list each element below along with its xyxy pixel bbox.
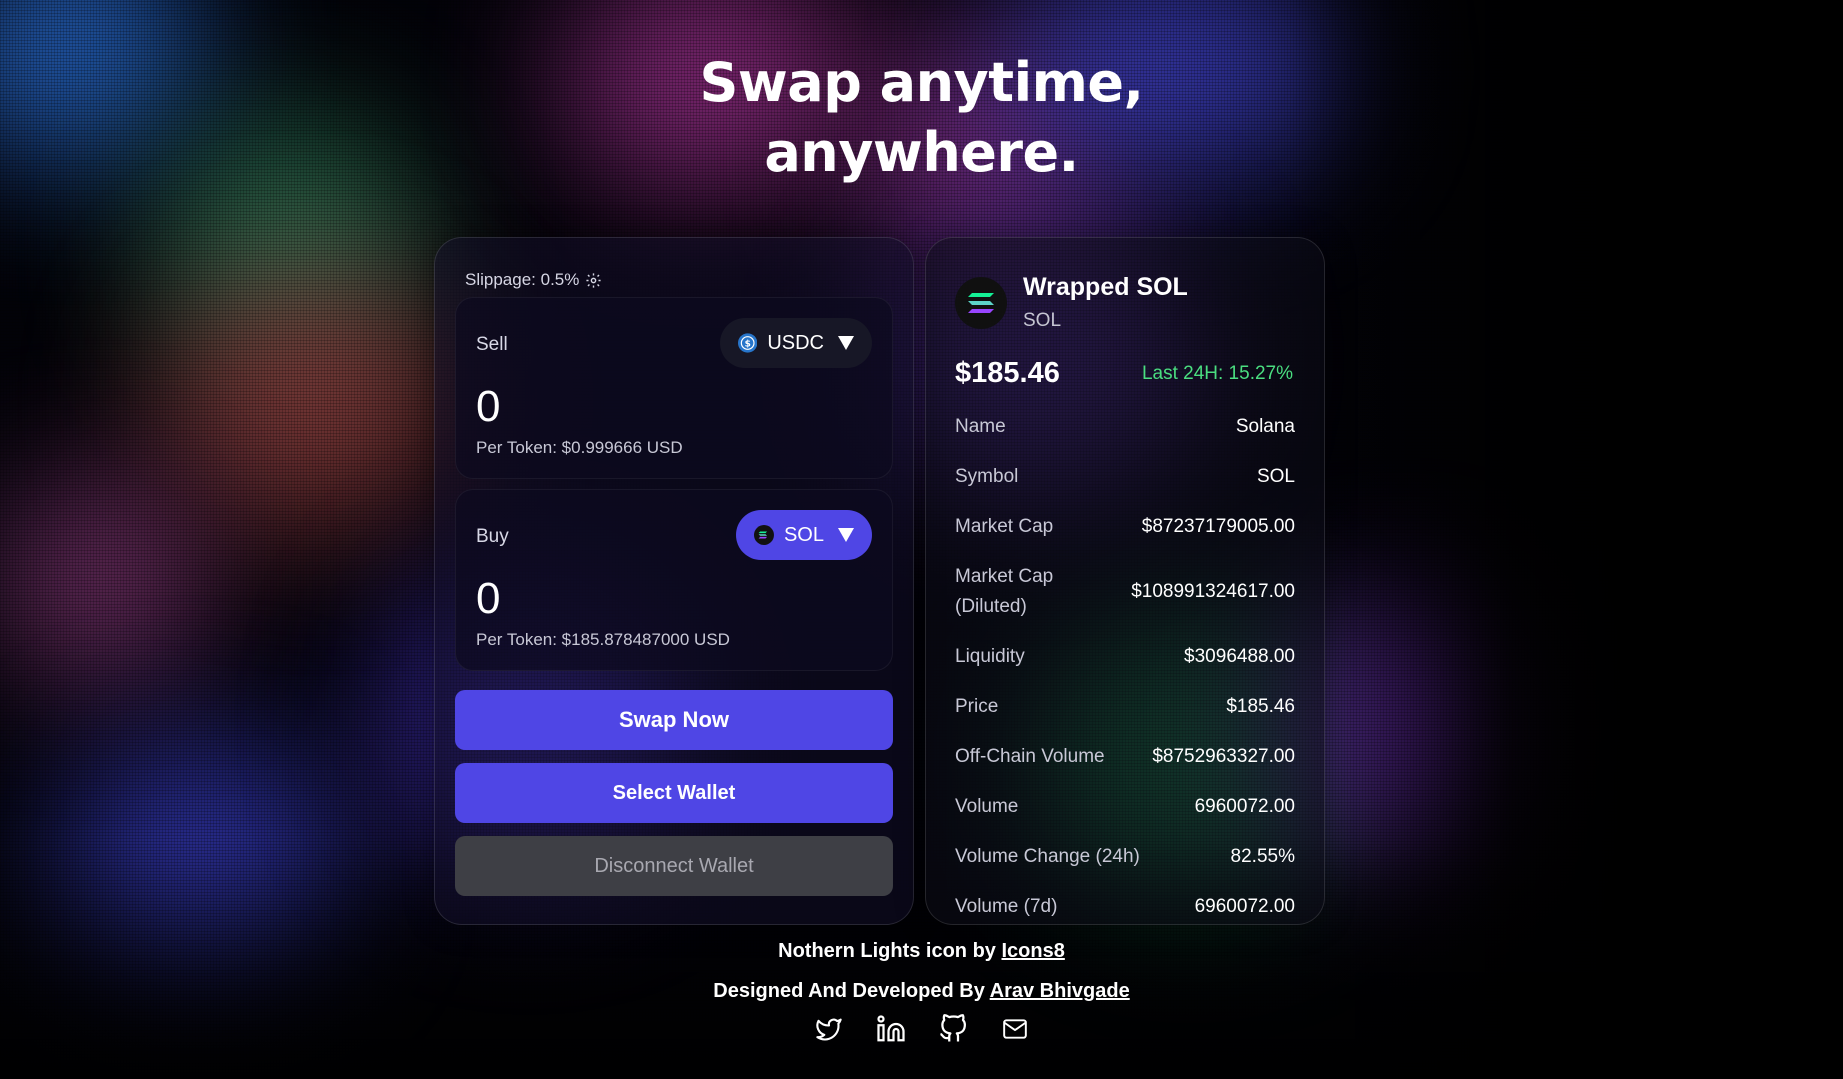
slippage-label: Slippage: 0.5% [465,270,580,289]
stat-value: 6960072.00 [1194,896,1295,917]
stat-label: Volume [955,796,1019,817]
select-wallet-button[interactable]: Select Wallet [455,763,893,823]
stat-label: Market Cap (Diluted) [955,562,1053,622]
token-name: Wrapped SOL [1023,273,1188,301]
buy-amount-input[interactable]: 0 [476,574,500,624]
hero-title: Swap anytime, anywhere. [0,48,1843,188]
developer-link[interactable]: Arav Bhivgade [990,980,1130,1002]
icon-credit: Nothern Lights icon by Icons8 [0,940,1843,963]
icons8-link[interactable]: Icons8 [1001,940,1064,962]
developer-credit-text: Designed And Developed By [713,980,985,1002]
twitter-icon[interactable] [814,1014,844,1044]
stat-label: Volume (7d) [955,896,1058,917]
chevron-down-icon [838,528,854,542]
buy-box: Buy SOL 0 Per Token: $185.878487000 USD [455,489,893,671]
linkedin-icon[interactable] [876,1014,906,1044]
hero-line-2: anywhere. [764,121,1079,184]
swap-now-button[interactable]: Swap Now [455,690,893,750]
token-header: Wrapped SOL SOL [955,273,1188,332]
stat-label: Market Cap [955,516,1054,537]
stat-label-line1: Market Cap [955,566,1054,587]
token-price: $185.46 [955,357,1060,389]
icon-credit-text: Nothern Lights icon by [778,940,996,962]
stat-value: SOL [1256,466,1295,487]
solana-logo-icon [955,277,1007,329]
token-symbol: SOL [1023,310,1062,331]
stat-label: Symbol [955,466,1019,487]
stat-row: Name Solana [955,412,1295,442]
stat-value: $108991324617.00 [1131,581,1295,602]
stat-value: 6960072.00 [1194,796,1295,817]
stat-label: Liquidity [955,646,1025,667]
chevron-down-icon [838,336,854,350]
stat-value: Solana [1235,416,1295,437]
slippage-setting[interactable]: Slippage: 0.5% [465,270,602,290]
stat-value: $8752963327.00 [1152,746,1295,767]
stat-row: Volume (7d) 6960072.00 [955,892,1295,922]
stat-label-line2: (Diluted) [955,596,1027,617]
sol-icon [754,525,774,545]
sell-token-selector[interactable]: $ USDC [720,318,872,368]
stat-label: Price [955,696,999,717]
buy-token-symbol: SOL [783,523,824,546]
sell-label: Sell [476,334,508,355]
stat-row: Market Cap $87237179005.00 [955,512,1295,542]
stat-row: Liquidity $3096488.00 [955,642,1295,672]
stat-row: Volume 6960072.00 [955,792,1295,822]
stat-row: Price $185.46 [955,692,1295,722]
mail-icon[interactable] [1000,1014,1030,1044]
hero-line-1: Swap anytime, [699,51,1144,114]
stat-value: $3096488.00 [1184,646,1295,667]
stat-row: Off-Chain Volume $8752963327.00 [955,742,1295,772]
stat-row: Symbol SOL [955,462,1295,492]
stat-value: $87237179005.00 [1141,516,1295,537]
buy-per-token-price: Per Token: $185.878487000 USD [476,630,730,649]
price-change-24h: Last 24H: 15.27% [1141,363,1293,384]
stat-row: Volume Change (24h) 82.55% [955,842,1295,872]
sell-amount-input[interactable]: 0 [476,382,500,432]
stat-row: Market Cap (Diluted) $108991324617.00 [955,562,1295,622]
github-icon[interactable] [938,1014,968,1044]
disconnect-wallet-button[interactable]: Disconnect Wallet [455,836,893,896]
usdc-icon: $ [738,333,758,353]
stat-label: Volume Change (24h) [955,846,1140,867]
social-links [0,1014,1843,1044]
stat-value: 82.55% [1230,846,1295,867]
svg-text:$: $ [745,339,751,349]
stat-label: Name [955,416,1006,437]
stat-label: Off-Chain Volume [955,746,1105,767]
sell-per-token-price: Per Token: $0.999666 USD [476,438,683,457]
buy-token-selector[interactable]: SOL [736,510,872,560]
buy-label: Buy [476,526,509,547]
sell-token-symbol: USDC [767,331,824,354]
stat-value: $185.46 [1226,696,1295,717]
developer-credit: Designed And Developed By Arav Bhivgade [0,980,1843,1003]
gear-icon[interactable] [585,272,602,289]
sell-box: Sell $ USDC 0 Per Token: $0.999666 USD [455,297,893,479]
